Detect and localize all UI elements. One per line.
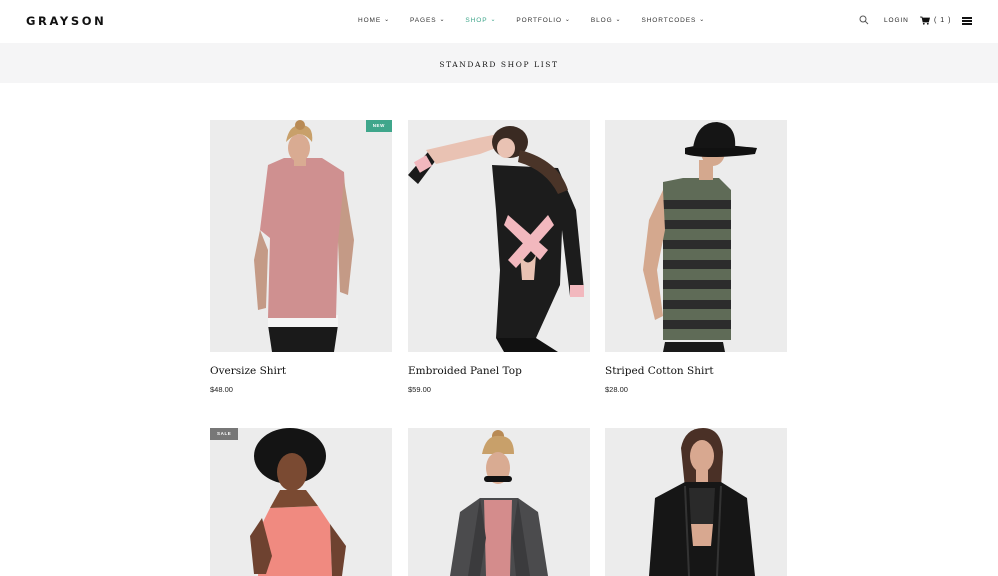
- product-price: $48.00: [210, 385, 233, 394]
- login-link[interactable]: LOGIN: [884, 17, 909, 24]
- page-title-band: STANDARD SHOP LIST: [0, 43, 998, 83]
- product-card: [408, 428, 590, 576]
- product-price: $59.00: [408, 385, 431, 394]
- brand-logo[interactable]: GRAYSON: [26, 14, 106, 28]
- chevron-down-icon: ⌄: [564, 17, 571, 23]
- chevron-down-icon: ⌄: [699, 17, 706, 23]
- product-image[interactable]: [408, 120, 590, 352]
- nav-label: SHORTCODES: [641, 17, 697, 24]
- product-name[interactable]: Striped Cotton Shirt: [605, 365, 787, 377]
- product-photo: [210, 120, 392, 352]
- chevron-down-icon: ⌄: [490, 17, 497, 23]
- nav-label: PORTFOLIO: [516, 17, 562, 24]
- new-badge: NEW: [365, 120, 392, 132]
- product-name[interactable]: Embroided Panel Top: [408, 365, 590, 377]
- cart-icon: [920, 16, 930, 25]
- product-card: Striped Cotton Shirt $28.00: [605, 120, 787, 394]
- cart-button[interactable]: ( 1 ): [920, 16, 951, 25]
- chevron-down-icon: ⌄: [384, 17, 391, 23]
- main-nav: HOME ⌄ PAGES ⌄ SHOP ⌄ PORTFOLIO ⌄ BLOG ⌄ SHOR…: [358, 17, 725, 24]
- product-image[interactable]: NEW: [210, 120, 392, 352]
- nav-label: PAGES: [410, 17, 437, 24]
- product-photo: [210, 428, 392, 576]
- hamburger-menu-icon[interactable]: [962, 17, 972, 25]
- product-card: [605, 428, 787, 576]
- chevron-down-icon: ⌄: [439, 17, 446, 23]
- product-photo: [605, 428, 787, 576]
- nav-label: BLOG: [590, 17, 613, 24]
- page-title: STANDARD SHOP LIST: [439, 60, 559, 69]
- product-card: SALE: [210, 428, 392, 576]
- sale-badge: SALE: [210, 428, 239, 440]
- product-price: $28.00: [605, 385, 628, 394]
- nav-label: HOME: [358, 17, 382, 24]
- product-card: NEW Oversize Shirt $48.00: [210, 120, 392, 394]
- search-icon[interactable]: [859, 15, 869, 25]
- site-header: GRAYSON HOME ⌄ PAGES ⌄ SHOP ⌄ PORTFOLIO ⌄ BL…: [0, 0, 998, 43]
- cart-count: ( 1 ): [934, 17, 952, 24]
- product-name[interactable]: Oversize Shirt: [210, 365, 392, 377]
- product-image[interactable]: [408, 428, 590, 576]
- product-photo: [408, 428, 590, 576]
- nav-item-blog[interactable]: BLOG ⌄: [591, 17, 622, 24]
- chevron-down-icon: ⌄: [615, 17, 622, 23]
- product-photo: [605, 120, 787, 352]
- product-photo: [408, 120, 590, 352]
- product-image[interactable]: [605, 120, 787, 352]
- product-image[interactable]: SALE: [210, 428, 392, 576]
- nav-item-shortcodes[interactable]: SHORTCODES ⌄: [641, 17, 705, 24]
- nav-item-portfolio[interactable]: PORTFOLIO ⌄: [516, 17, 570, 24]
- product-image[interactable]: [605, 428, 787, 576]
- nav-item-home[interactable]: HOME ⌄: [358, 17, 390, 24]
- nav-label: SHOP: [465, 17, 488, 24]
- nav-item-shop[interactable]: SHOP ⌄: [465, 17, 496, 24]
- nav-item-pages[interactable]: PAGES ⌄: [410, 17, 445, 24]
- product-card: Embroided Panel Top $59.00: [408, 120, 590, 394]
